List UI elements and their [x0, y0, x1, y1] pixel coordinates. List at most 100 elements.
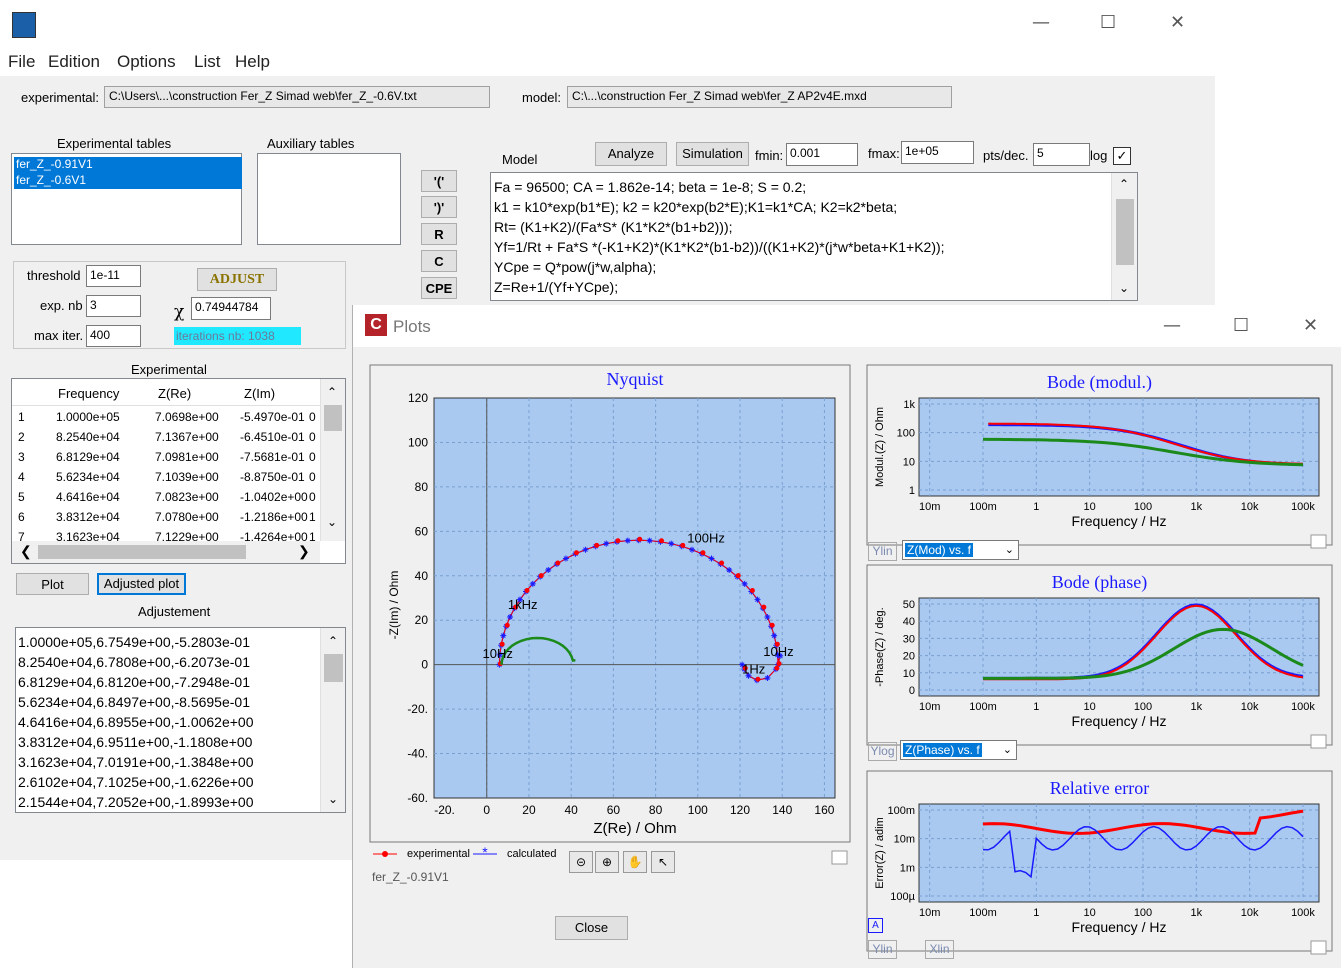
threshold-input[interactable]: 1e-11 [86, 265, 141, 287]
plot-area [918, 597, 1320, 697]
experimental-label: experimental: [21, 90, 100, 105]
experimental-point [538, 573, 544, 579]
table-cell: 3 [18, 450, 25, 464]
pointer-icon[interactable]: ↖ [651, 851, 675, 873]
simulation-button[interactable]: Simulation [676, 142, 749, 166]
model-path-field[interactable]: C:\...\construction Fer_Z Simad web\fer_… [567, 86, 952, 108]
x-tick-label: 10m [919, 907, 940, 919]
scroll-thumb[interactable] [38, 545, 246, 559]
table-hscrollbar[interactable]: ❮ ❯ [12, 541, 320, 563]
x-tick-label: -20. [434, 803, 455, 817]
fmin-input[interactable]: 0.001 [786, 143, 858, 166]
list-item: 6.8129e+04,6.8120e+00,-7.2948e-01 [18, 674, 250, 690]
phase-plot-dropdown[interactable]: Z(Phase) vs. f ⌄ [900, 740, 1017, 760]
model-scrollbar[interactable]: ⌃ ⌄ [1111, 173, 1137, 300]
analyze-button[interactable]: Analyze [595, 142, 667, 166]
adjusted-plot-button[interactable]: Adjusted plot [97, 573, 186, 595]
table-vscrollbar[interactable]: ⌃ ⌄ [320, 379, 345, 541]
ylin-button[interactable]: Ylin [868, 940, 897, 959]
column-header[interactable]: Frequency [58, 386, 119, 401]
maximize-button[interactable]: ☐ [1100, 12, 1116, 33]
ylog-button[interactable]: Ylog [868, 742, 897, 761]
table-row[interactable]: 1 1.0000e+05 7.0698e+00 -5.4970e-01 0 [12, 407, 330, 427]
chevron-down-icon[interactable]: ⌄ [328, 792, 338, 806]
y-tick-label: 30 [903, 633, 915, 645]
experimental-table[interactable]: Frequency Z(Re) Z(Im) 1 1.0000e+05 7.0698e… [11, 378, 346, 564]
chevron-down-icon[interactable]: ⌄ [327, 515, 337, 529]
y-axis-label: Modul.(Z) / Ohm [874, 407, 886, 487]
minimize-button[interactable]: — [1032, 12, 1050, 33]
exp-nb-input[interactable]: 3 [86, 295, 141, 317]
scroll-thumb[interactable] [324, 654, 343, 682]
adjust-button[interactable]: ADJUST [197, 268, 277, 291]
list-item[interactable]: fer_Z_-0.91V1 [14, 157, 242, 173]
experimental-point [749, 588, 755, 594]
plot-button[interactable]: Plot [16, 573, 89, 595]
exp-tables-list[interactable]: fer_Z_-0.91V1 fer_Z_-0.6V1 [11, 153, 242, 245]
chevron-down-icon[interactable]: ⌄ [1119, 281, 1129, 295]
table-row[interactable]: 2 8.2540e+04 7.1367e+00 -6.4510e-01 0 [12, 427, 330, 447]
x-tick-label: 10k [1241, 501, 1259, 513]
menu-list[interactable]: List [194, 52, 220, 72]
table-cell: 7.0780e+00 [155, 510, 219, 524]
table-row[interactable]: 5 4.6416e+04 7.0823e+00 -1.0402e+00 0 [12, 487, 330, 507]
list-item[interactable]: fer_Z_-0.6V1 [14, 173, 242, 189]
adjustement-title: Adjustement [138, 604, 211, 619]
resistor-button[interactable]: R [421, 223, 457, 245]
adjustement-list[interactable]: 1.0000e+05,6.7549e+00,-5.2803e-01 8.2540e… [15, 627, 346, 813]
scroll-thumb[interactable] [324, 405, 342, 431]
capacitor-button[interactable]: C [421, 250, 457, 272]
y-tick-label: 1m [900, 862, 915, 874]
xlin-button[interactable]: Xlin [925, 940, 954, 959]
aux-tables-list[interactable] [257, 153, 401, 245]
pan-hand-icon[interactable]: ✋ [623, 851, 647, 873]
chi-value-field[interactable]: 0.74944784 [191, 297, 271, 320]
table-row[interactable]: 3 6.8129e+04 7.0981e+00 -7.5681e-01 0 [12, 447, 330, 467]
close-window-button[interactable]: ✕ [1170, 12, 1185, 33]
chevron-up-icon[interactable]: ⌃ [327, 385, 337, 399]
log-checkbox[interactable]: ✓ [1113, 147, 1131, 165]
ylin-button[interactable]: Ylin [868, 542, 897, 561]
y-tick-label: -40. [407, 747, 428, 761]
open-paren-button[interactable]: '(' [421, 170, 457, 192]
menu-help[interactable]: Help [235, 52, 270, 72]
menu-edition[interactable]: Edition [48, 52, 100, 72]
column-header[interactable]: Z(Re) [158, 386, 191, 401]
chevron-up-icon[interactable]: ⌃ [328, 634, 338, 648]
zoom-in-icon[interactable]: ⊕ [595, 851, 619, 873]
y-tick-label: -20. [407, 702, 428, 716]
a-toggle[interactable]: A [868, 918, 883, 933]
fmax-input[interactable]: 1e+05 [901, 141, 974, 164]
table-cell: 3.8312e+04 [56, 510, 120, 524]
experimental-point [594, 542, 600, 548]
cpe-button[interactable]: CPE [421, 277, 457, 299]
menu-file[interactable]: File [8, 52, 35, 72]
table-row[interactable]: 6 3.8312e+04 7.0780e+00 -1.2186e+00 1 [12, 507, 330, 527]
mod-plot-dropdown[interactable]: Z(Mod) vs. f ⌄ [902, 540, 1019, 560]
y-tick-label: 60 [415, 524, 429, 538]
close-paren-button[interactable]: ')' [421, 196, 457, 218]
pts-dec-input[interactable]: 5 [1033, 143, 1090, 166]
zoom-out-icon[interactable]: ⊝ [569, 851, 593, 873]
frequency-annotation: 1kHz [508, 597, 538, 612]
experimental-table-title: Experimental [131, 362, 207, 377]
adjustement-scrollbar[interactable]: ⌃ ⌄ [320, 628, 345, 812]
chevron-right-icon[interactable]: ❯ [298, 543, 310, 560]
y-tick-label: 0 [909, 685, 915, 697]
column-header[interactable]: Z(Im) [244, 386, 275, 401]
close-button[interactable]: Close [555, 916, 628, 940]
menu-options[interactable]: Options [117, 52, 176, 72]
experimental-point [659, 538, 665, 544]
nyquist-plot-area [433, 397, 836, 799]
aux-tables-title: Auxiliary tables [267, 136, 355, 151]
experimental-path-field[interactable]: C:\Users\...\construction Fer_Z Simad we… [104, 86, 490, 108]
table-row[interactable]: 4 5.6234e+04 7.1039e+00 -8.8750e-01 0 [12, 467, 330, 487]
model-editor[interactable]: Fa = 96500; CA = 1.862e-14; beta = 1e-8;… [490, 172, 1138, 301]
table-cell: 7.0698e+00 [155, 410, 219, 424]
chevron-up-icon[interactable]: ⌃ [1119, 177, 1129, 191]
fmin-label: fmin: [755, 148, 784, 163]
y-tick-label: 1 [909, 485, 915, 497]
max-iter-input[interactable]: 400 [86, 325, 141, 347]
chevron-left-icon[interactable]: ❮ [20, 543, 32, 560]
scroll-thumb[interactable] [1116, 199, 1134, 265]
